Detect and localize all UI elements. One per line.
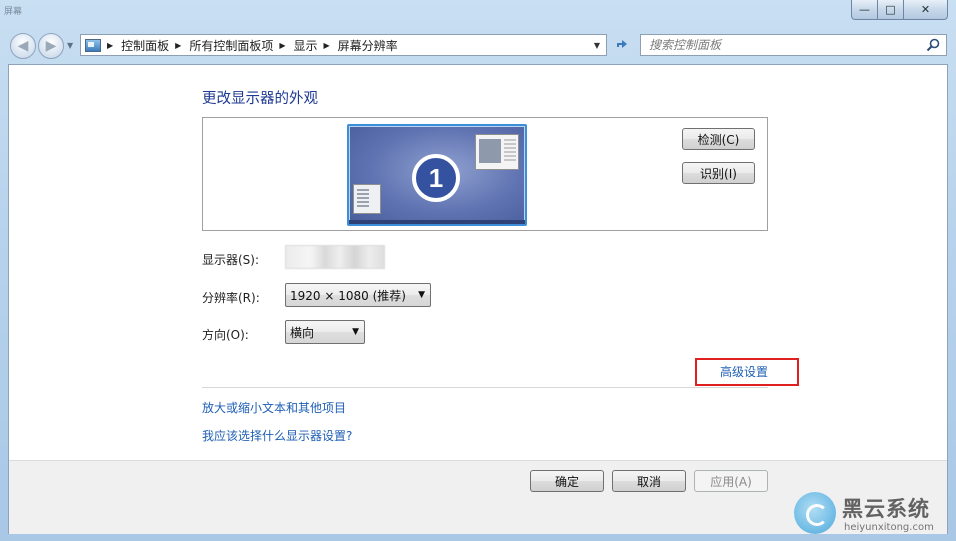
watermark: 黑云系统 heiyunxitong.com (794, 492, 954, 538)
monitor-number-badge: 1 (412, 154, 460, 202)
chevron-down-icon: ▼ (418, 290, 425, 300)
search-input[interactable] (641, 35, 911, 55)
detect-button[interactable]: 检测(C) (682, 128, 755, 150)
apply-button[interactable]: 应用(A) (694, 470, 768, 492)
page-title: 更改显示器的外观 (202, 91, 318, 107)
back-arrow-icon: ◀ (17, 38, 29, 54)
cancel-button[interactable]: 取消 (612, 470, 686, 492)
window-controls: — □ ✕ (851, 0, 948, 20)
orientation-label: 方向(O): (202, 328, 249, 342)
breadcrumb-control-panel[interactable]: 控制面板 ▶ (121, 37, 189, 54)
orientation-select[interactable]: 横向 ▼ (285, 320, 365, 344)
breadcrumb-resolution[interactable]: 屏幕分辨率 (338, 37, 398, 54)
highlight-box (695, 358, 799, 386)
recent-pages-dropdown[interactable]: ▼ (67, 41, 73, 50)
forward-button[interactable]: ▶ (38, 33, 64, 59)
monitor-bezel (349, 220, 525, 224)
navigation-bar: ◀ ▶ ▼ ▶ 控制面板 ▶ 所有控制面板项 ▶ 显示 ▶ 屏幕分辨率 ▼ (0, 30, 956, 64)
title-bar: 屏幕 — □ ✕ (0, 0, 956, 30)
search-box[interactable] (640, 34, 947, 56)
breadcrumb-all-items[interactable]: 所有控制面板项 ▶ (189, 37, 293, 54)
back-button[interactable]: ◀ (10, 33, 36, 59)
maximize-button[interactable]: □ (878, 0, 904, 20)
display-label: 显示器(S): (202, 253, 260, 267)
monitor-1-thumbnail[interactable]: 1 (347, 124, 527, 226)
window-title: 屏幕 (4, 7, 23, 17)
minimize-button[interactable]: — (851, 0, 878, 20)
breadcrumb-root-arrow[interactable]: ▶ (101, 41, 121, 50)
sample-panel-graphic (353, 184, 381, 214)
address-dropdown-button[interactable]: ▼ (588, 35, 606, 55)
identify-button[interactable]: 识别(I) (682, 162, 755, 184)
resolution-value: 1920 × 1080 (推荐) (290, 288, 406, 303)
watermark-url: heiyunxitong.com (844, 522, 934, 533)
monitor-preview-area: 1 检测(C) 识别(I) (202, 117, 768, 231)
text-size-link[interactable]: 放大或缩小文本和其他项目 (202, 399, 346, 416)
forward-arrow-icon: ▶ (45, 38, 57, 54)
magnifier-icon[interactable] (926, 38, 940, 52)
control-panel-icon (85, 38, 101, 52)
refresh-button[interactable] (610, 34, 634, 56)
chevron-down-icon: ▼ (352, 327, 359, 337)
display-select[interactable] (285, 245, 385, 269)
breadcrumb-display[interactable]: 显示 ▶ (294, 37, 338, 54)
ok-button[interactable]: 确定 (530, 470, 604, 492)
watermark-logo-icon (794, 492, 836, 534)
resolution-select[interactable]: 1920 × 1080 (推荐) ▼ (285, 283, 431, 307)
close-button[interactable]: ✕ (904, 0, 948, 20)
divider (202, 387, 768, 388)
resolution-label: 分辨率(R): (202, 291, 260, 305)
address-bar[interactable]: ▶ 控制面板 ▶ 所有控制面板项 ▶ 显示 ▶ 屏幕分辨率 ▼ (80, 34, 607, 56)
sample-window-graphic (475, 134, 519, 170)
display-settings-help-link[interactable]: 我应该选择什么显示器设置? (202, 427, 352, 444)
content-pane: 更改显示器的外观 1 检测(C) 识别(I) 显示器(S): 分辨率(R): 1… (8, 64, 948, 534)
watermark-title: 黑云系统 (842, 497, 930, 521)
orientation-value: 横向 (290, 325, 315, 340)
refresh-icon (617, 40, 627, 48)
